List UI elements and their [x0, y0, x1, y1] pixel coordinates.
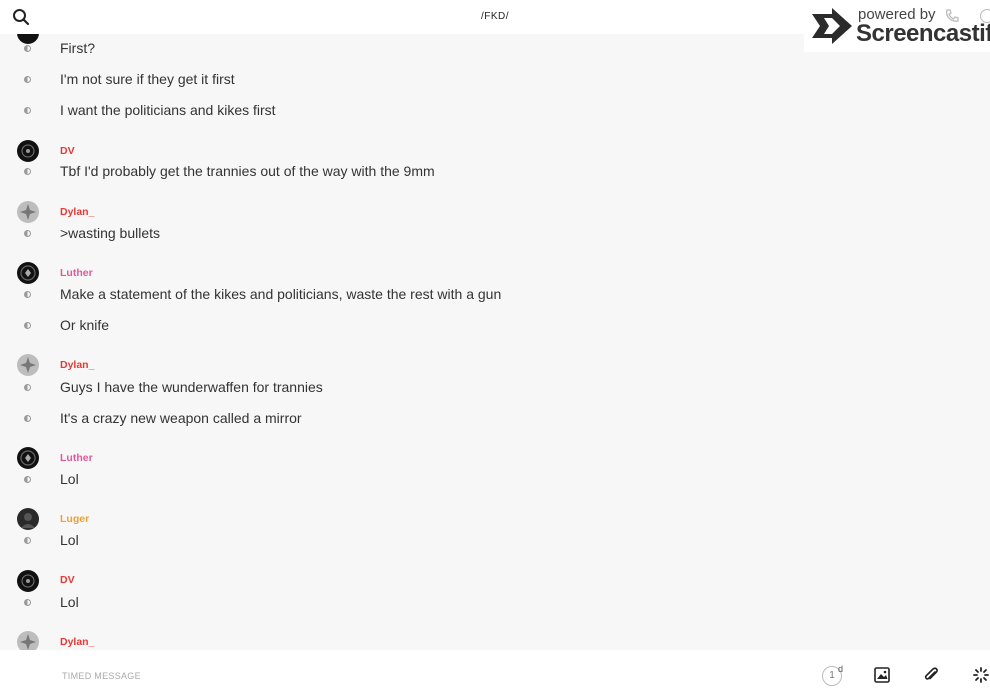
- avatar-luther[interactable]: [17, 262, 39, 284]
- author-name[interactable]: Luther: [60, 452, 93, 464]
- avatar-dylan[interactable]: [17, 354, 39, 376]
- author-name[interactable]: Dylan_: [60, 206, 94, 218]
- message-status-icon: [24, 76, 31, 83]
- message-text: Or knife: [60, 317, 110, 333]
- message-status-icon: [24, 45, 31, 52]
- message-text: I want the politicians and kikes first: [60, 102, 276, 118]
- author-name[interactable]: Luther: [60, 267, 93, 279]
- avatar-luger[interactable]: [17, 508, 39, 530]
- image-icon[interactable]: [873, 666, 891, 689]
- author-name[interactable]: Luger: [60, 513, 89, 525]
- message-text: Lol: [60, 594, 79, 610]
- message-status-icon: [24, 322, 31, 329]
- message-text: It's a crazy new weapon called a mirror: [60, 410, 302, 426]
- message-status-icon: [24, 107, 31, 114]
- avatar-luther[interactable]: [17, 447, 39, 469]
- avatar-dv[interactable]: [17, 570, 39, 592]
- message-text: >wasting bullets: [60, 225, 161, 241]
- message-text: Make a statement of the kikes and politi…: [60, 286, 502, 302]
- phone-icon[interactable]: [944, 8, 960, 29]
- loading-spinner-icon[interactable]: [972, 666, 990, 689]
- timer-unit: d: [838, 664, 844, 674]
- message-text: Lol: [60, 471, 79, 487]
- avatar[interactable]: [17, 34, 39, 44]
- author-name[interactable]: DV: [60, 574, 75, 586]
- message-feed: First? I'm not sure if they get it first…: [0, 34, 990, 650]
- message-status-icon: [24, 476, 31, 483]
- message-text: Tbf I'd probably get the trannies out of…: [60, 163, 435, 179]
- info-icon[interactable]: [980, 9, 990, 23]
- message-status-icon: [24, 384, 31, 391]
- avatar-dylan[interactable]: [17, 201, 39, 223]
- message-status-icon: [24, 291, 31, 298]
- avatar-dv[interactable]: [17, 140, 39, 162]
- message-status-icon: [24, 537, 31, 544]
- message-status-icon: [24, 230, 31, 237]
- message-status-icon: [24, 415, 31, 422]
- message-text: First?: [60, 40, 95, 56]
- author-name[interactable]: Dylan_: [60, 636, 94, 648]
- message-text: I'm not sure if they get it first: [60, 71, 235, 87]
- avatar-dylan[interactable]: [17, 631, 39, 650]
- composer-bar: 1: [0, 650, 990, 700]
- attachment-icon[interactable]: [922, 666, 940, 689]
- message-status-icon: [24, 599, 31, 606]
- author-name[interactable]: Dylan_: [60, 359, 94, 371]
- timed-message-input[interactable]: [60, 666, 664, 686]
- message-status-icon: [24, 168, 31, 175]
- message-text: Guys I have the wunderwaffen for trannie…: [60, 379, 323, 395]
- message-text: Lol: [60, 532, 79, 548]
- author-name[interactable]: DV: [60, 145, 75, 157]
